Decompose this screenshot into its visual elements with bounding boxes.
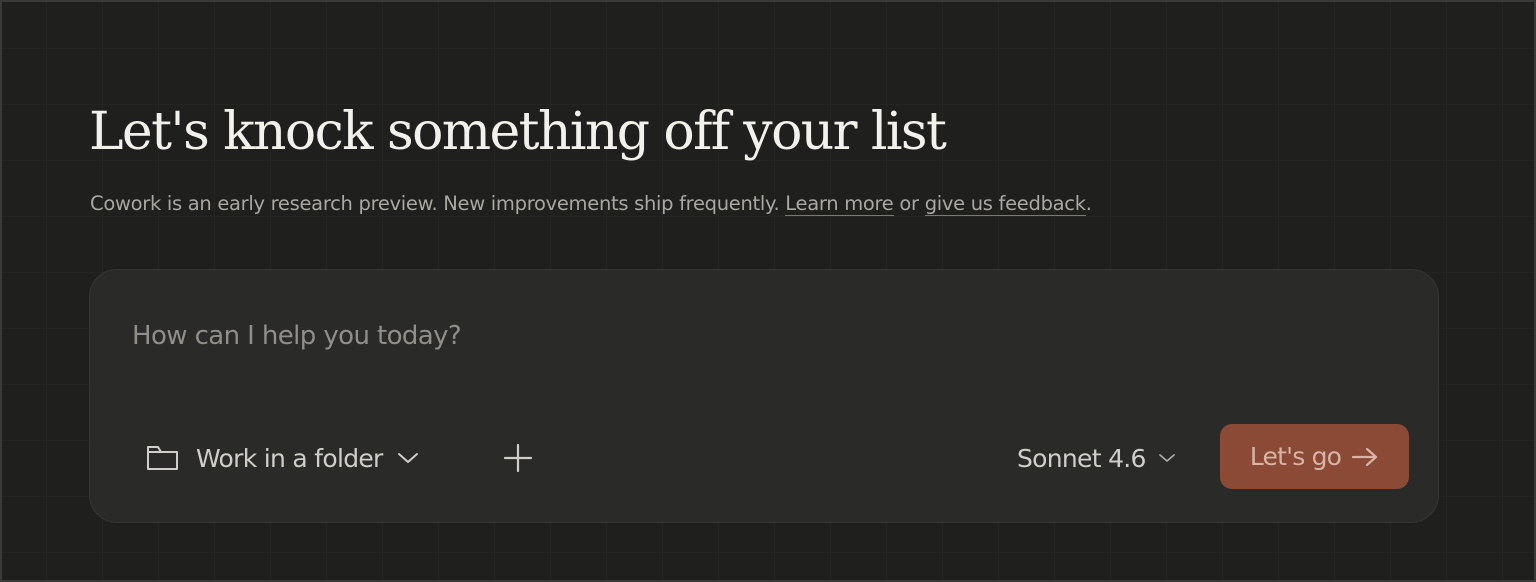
arrow-right-icon — [1351, 446, 1379, 468]
learn-more-link[interactable]: Learn more — [785, 192, 894, 216]
lets-go-button[interactable]: Let's go — [1220, 424, 1409, 489]
chevron-down-icon — [1158, 452, 1176, 464]
subtitle-text: Cowork is an early research preview. New… — [90, 192, 780, 215]
prompt-input[interactable] — [132, 314, 1372, 358]
page-title: Let's knock something off your list — [89, 102, 947, 162]
add-attachment-button[interactable] — [498, 440, 538, 476]
plus-icon — [503, 443, 533, 473]
chevron-down-icon — [397, 451, 419, 465]
model-label: Sonnet 4.6 — [1017, 443, 1146, 473]
work-in-folder-button[interactable]: Work in a folder — [146, 438, 419, 478]
model-selector[interactable]: Sonnet 4.6 — [1017, 438, 1176, 478]
cowork-home: Let's knock something off your list Cowo… — [0, 0, 1536, 582]
or-text: or — [899, 192, 919, 215]
folder-icon — [146, 444, 180, 472]
page-subtitle: Cowork is an early research preview. New… — [90, 192, 1092, 216]
prompt-composer: Work in a folder Sonnet 4.6 — [89, 269, 1439, 523]
feedback-link[interactable]: give us feedback — [924, 192, 1086, 216]
lets-go-label: Let's go — [1249, 442, 1342, 471]
subtitle-period: . — [1085, 192, 1092, 215]
work-in-folder-label: Work in a folder — [196, 443, 383, 473]
